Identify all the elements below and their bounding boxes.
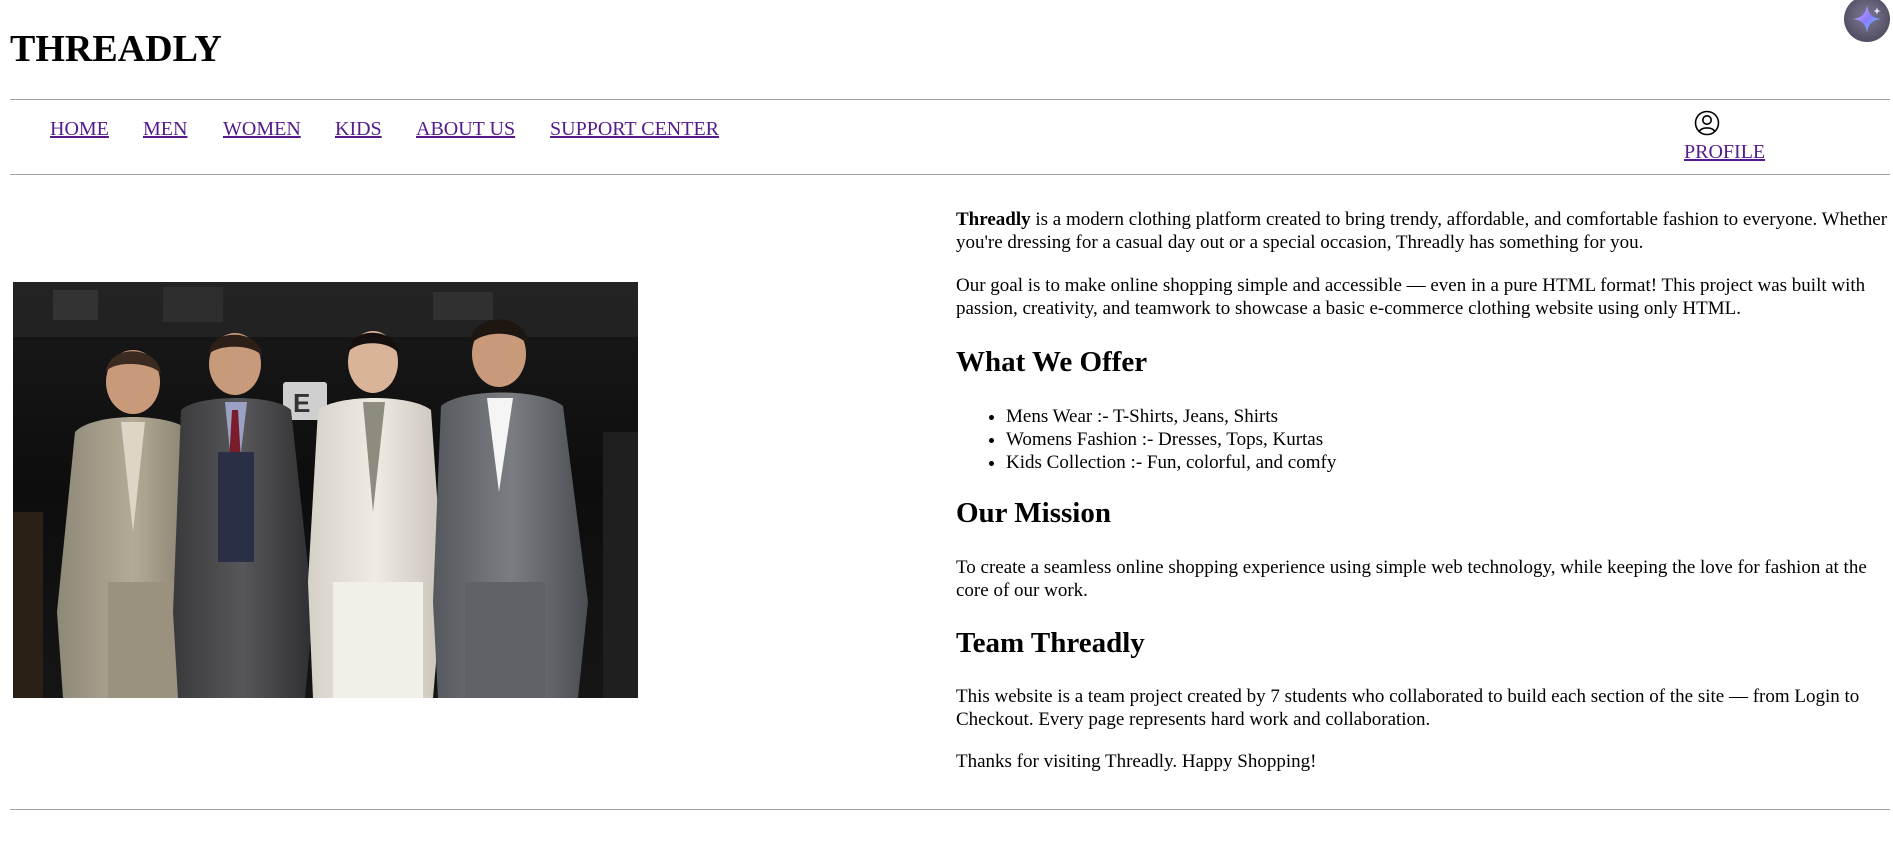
nav-support-link[interactable]: SUPPORT CENTER: [550, 117, 719, 141]
user-circle-icon: [1694, 110, 1720, 136]
thanks-paragraph: Thanks for visiting Threadly. Happy Shop…: [956, 751, 1317, 772]
goal-paragraph: Our goal is to make online shopping simp…: [956, 275, 1866, 319]
hero-photo: E: [13, 282, 638, 698]
list-item: Kids Collection :- Fun, colorful, and co…: [1006, 451, 1336, 474]
intro-text: is a modern clothing platform created to…: [956, 209, 1888, 253]
profile-label: PROFILE: [1684, 141, 1766, 163]
svg-text:E: E: [293, 388, 310, 418]
nav-home-link[interactable]: HOME: [50, 117, 109, 141]
team-heading: Team Threadly: [956, 627, 1145, 659]
intro-paragraph: Threadly is a modern clothing platform c…: [956, 208, 1893, 254]
site-title: THREADLY: [10, 28, 222, 70]
nav-kids-link[interactable]: KIDS: [335, 117, 382, 141]
sparkle-icon: [1853, 5, 1881, 33]
profile-link[interactable]: PROFILE: [1684, 110, 1768, 166]
nav-women-link[interactable]: WOMEN: [223, 117, 301, 141]
nav-men-link[interactable]: MEN: [143, 117, 187, 141]
list-item: Mens Wear :- T-Shirts, Jeans, Shirts: [1006, 405, 1336, 428]
intro-brand: Threadly: [956, 209, 1031, 230]
offer-heading: What We Offer: [956, 346, 1148, 378]
offer-list: Mens Wear :- T-Shirts, Jeans, Shirts Wom…: [956, 405, 1336, 474]
mission-paragraph: To create a seamless online shopping exp…: [956, 557, 1867, 601]
nav-about-link[interactable]: ABOUT US: [416, 117, 515, 141]
list-item: Womens Fashion :- Dresses, Tops, Kurtas: [1006, 428, 1336, 451]
ai-assistant-button[interactable]: [1844, 0, 1890, 42]
team-paragraph: This website is a team project created b…: [956, 686, 1860, 730]
nav-divider: [10, 174, 1890, 175]
mission-heading: Our Mission: [956, 497, 1111, 529]
header-divider: [10, 99, 1890, 100]
footer-divider: [10, 809, 1890, 810]
